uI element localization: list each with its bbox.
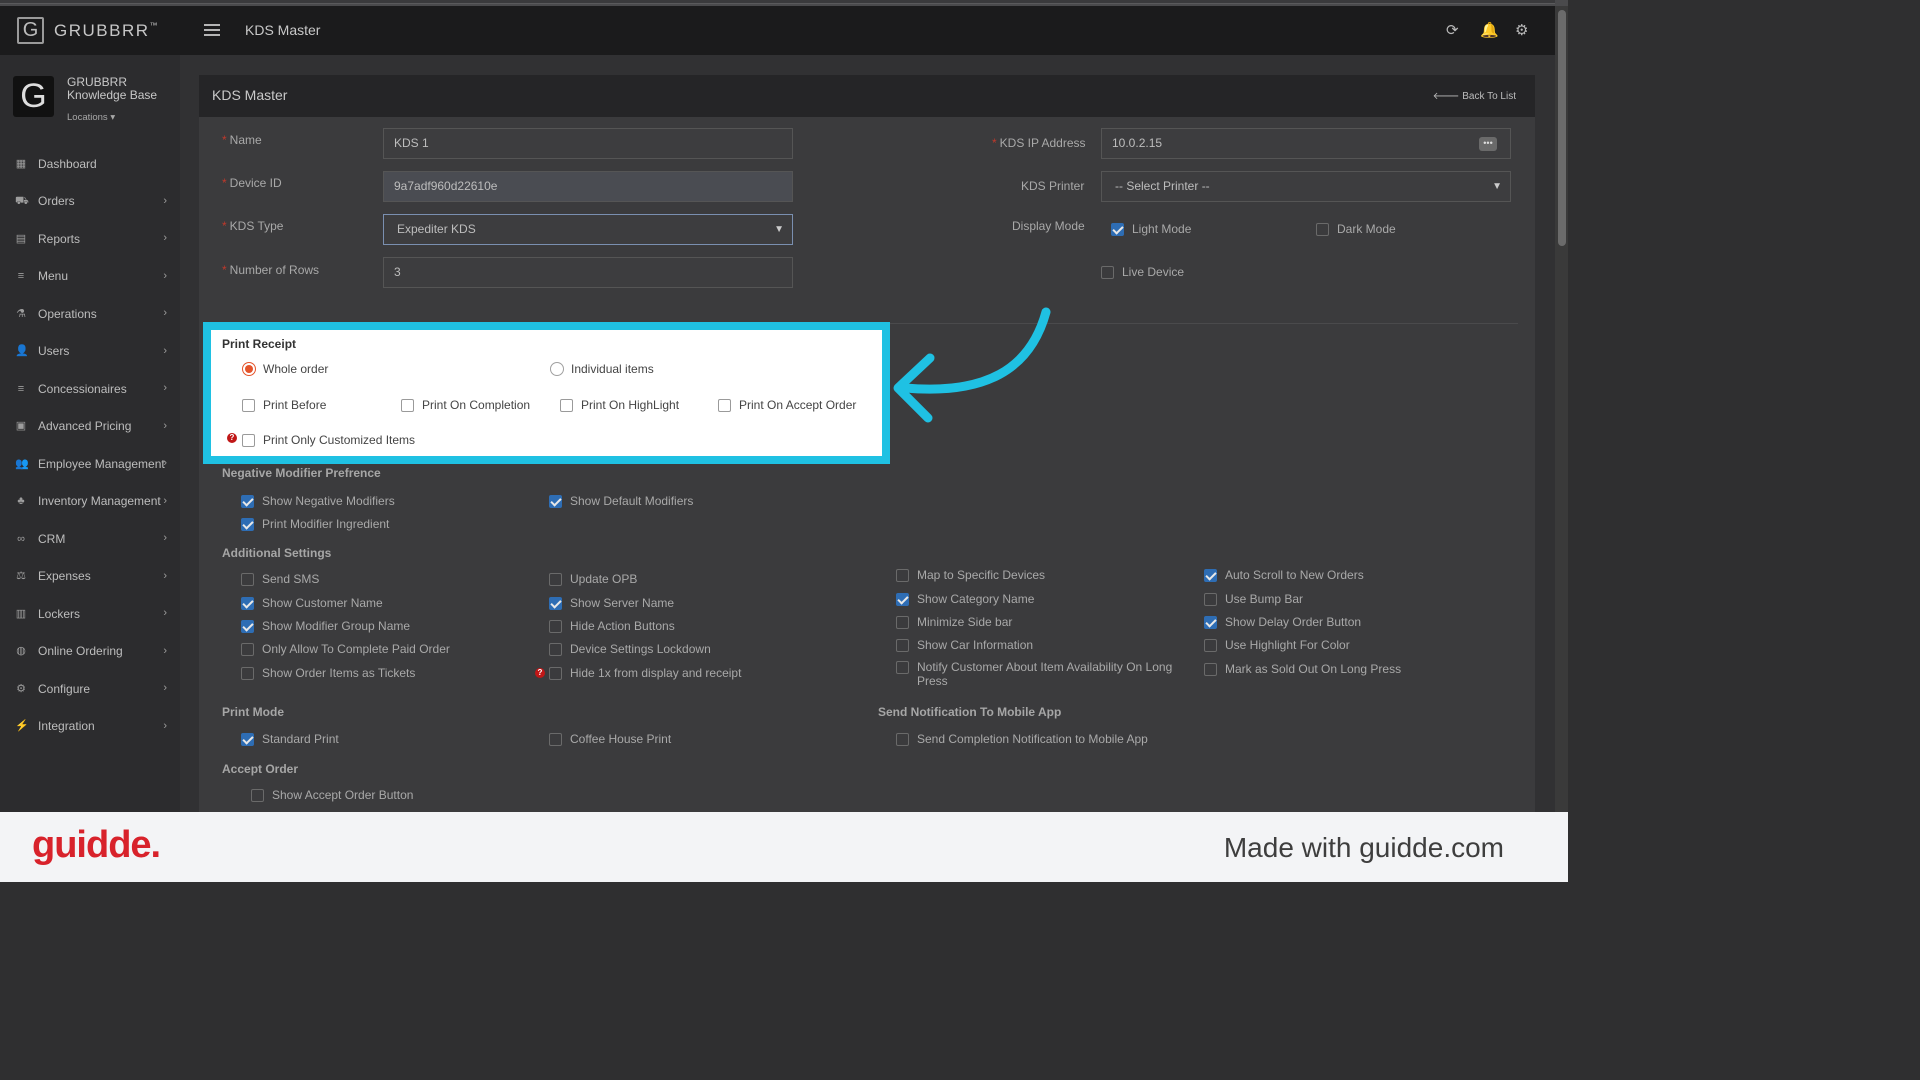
scrollbar-thumb[interactable]: [1558, 10, 1566, 246]
page-scrollbar[interactable]: [1555, 6, 1568, 812]
guidde-logo: guidde.: [32, 824, 161, 866]
annotation-arrow-icon: [893, 307, 1051, 423]
made-with-text: Made with guidde.com: [1223, 832, 1504, 863]
guidde-footer: guidde. Made with guidde.com: [0, 812, 1568, 882]
